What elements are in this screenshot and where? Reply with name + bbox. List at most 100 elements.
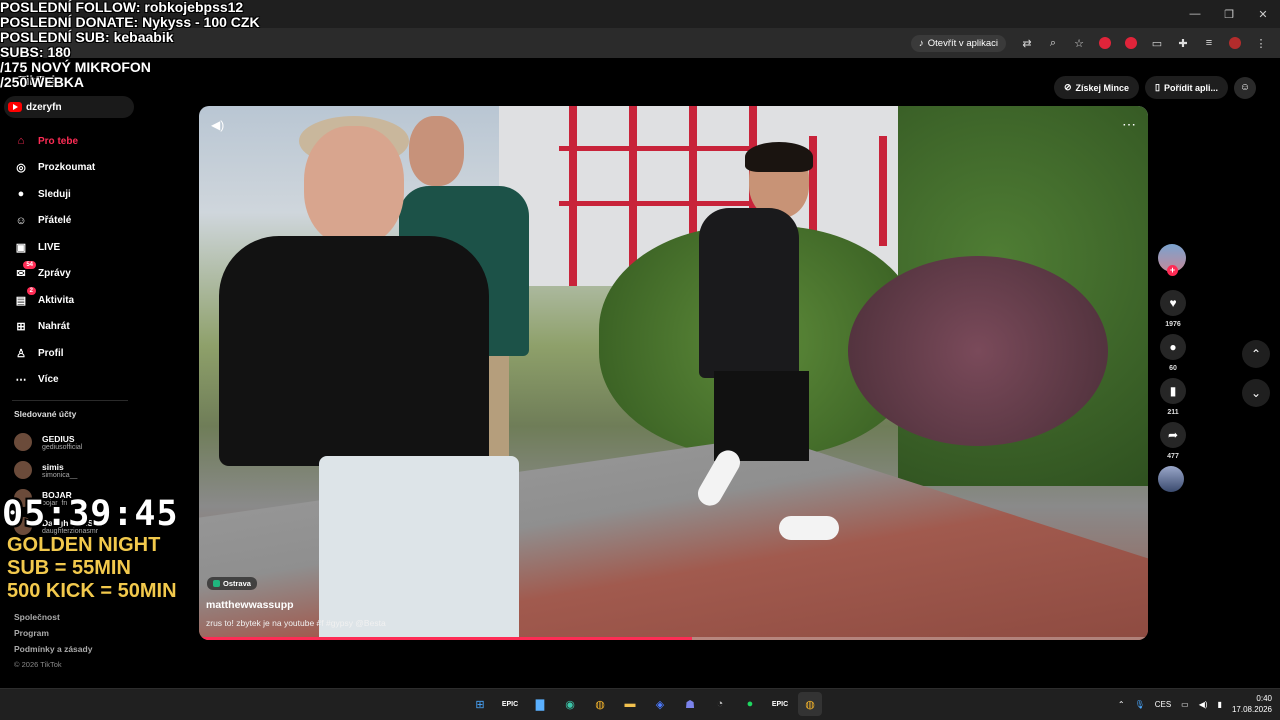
video-scene-purple-bush bbox=[848, 256, 1108, 446]
toolbar-right: ♪ Otevřít v aplikaci ⇄ ⌕ ☆ ▭ ✚ ≡ ⋮ bbox=[911, 32, 1272, 54]
followed-account[interactable]: GEDIUS gediusofficial bbox=[14, 428, 106, 456]
followed-account-name: simis bbox=[42, 461, 64, 472]
notes-app-icon[interactable]: ▇ bbox=[528, 692, 552, 716]
video-actions: + ♥ 1976 ● 60 ▮ 211 ➦ 477 bbox=[1158, 244, 1188, 492]
maximize-icon[interactable]: ❐ bbox=[1212, 0, 1246, 28]
overlay-line: /250 WEBKA bbox=[0, 74, 85, 90]
microphone-icon[interactable]: 🎙 bbox=[1135, 700, 1145, 709]
sidebar-item-label: Zprávy bbox=[38, 268, 71, 280]
stream-promo: GOLDEN NIGHT SUB = 55MIN 500 KICK = 50MI… bbox=[7, 534, 177, 603]
previous-video-button[interactable]: ⌃ bbox=[1242, 340, 1270, 368]
sidebar-item-label: Aktivita bbox=[38, 294, 75, 306]
sidebar-item-6[interactable]: ▤ 2 Aktivita bbox=[14, 287, 95, 314]
overlay-line: /175 NOVÝ MIKROFON bbox=[0, 59, 151, 75]
taskbar-clock[interactable]: 0:40 17.08.2026 bbox=[1232, 693, 1272, 715]
music-disc-icon[interactable] bbox=[1158, 466, 1184, 492]
edge-icon[interactable]: ◉ bbox=[558, 692, 582, 716]
extension-box-icon[interactable]: ▭ bbox=[1146, 32, 1168, 54]
epic-games-icon[interactable]: EPIC bbox=[498, 692, 522, 716]
followed-account[interactable]: simis simonica__ bbox=[14, 456, 106, 484]
video-player[interactable]: ◀) ⋯ Ostrava matthewwassupp zrus to! zby… bbox=[199, 106, 1148, 640]
save-action: ▮ 211 bbox=[1158, 378, 1188, 416]
volume-tray-icon[interactable]: ◀) bbox=[1199, 700, 1208, 709]
sidebar-item-label: Profil bbox=[38, 347, 64, 359]
sidebar-item-3[interactable]: ☺ Přátelé bbox=[14, 208, 95, 235]
epic-launcher-icon[interactable]: EPIC bbox=[768, 692, 792, 716]
sidebar-item-0[interactable]: ⌂ Pro tebe bbox=[14, 128, 95, 155]
sidebar-item-9[interactable]: ⋯ Více bbox=[14, 367, 95, 394]
clock-date: 17.08.2026 bbox=[1231, 705, 1272, 714]
friends-icon: ☺ bbox=[15, 214, 27, 227]
sidebar-item-2[interactable]: ● Sleduji bbox=[14, 181, 95, 208]
sidebar-item-4[interactable]: ▣ LIVE bbox=[14, 234, 95, 261]
sidebar-item-1[interactable]: ◎ Prozkoumat bbox=[14, 155, 95, 182]
location-tag[interactable]: Ostrava bbox=[207, 577, 257, 590]
user-avatar-button[interactable]: ☺ bbox=[1234, 76, 1256, 99]
avatar bbox=[14, 433, 32, 451]
language-indicator[interactable]: CES bbox=[1155, 700, 1171, 709]
more-options-icon[interactable]: ⋯ bbox=[1122, 116, 1136, 133]
more-icon: ⋯ bbox=[15, 374, 27, 387]
translate-icon[interactable]: ⇄ bbox=[1016, 32, 1038, 54]
get-coins-label: Získej Mince bbox=[1075, 82, 1130, 93]
battery-icon[interactable]: ▮ bbox=[1218, 700, 1222, 709]
bookmark-icon[interactable]: ▮ bbox=[1160, 378, 1186, 404]
close-icon[interactable]: ✕ bbox=[1246, 0, 1280, 28]
extensions-puzzle-icon[interactable]: ✚ bbox=[1172, 32, 1194, 54]
phone-icon: ▯ bbox=[1155, 82, 1160, 92]
video-author[interactable]: matthewwassupp bbox=[206, 599, 294, 611]
sidebar-divider bbox=[12, 400, 128, 401]
teams-icon[interactable]: ☗ bbox=[678, 692, 702, 716]
network-icon[interactable]: ▭ bbox=[1181, 700, 1189, 709]
browser-menu-icon[interactable]: ⋮ bbox=[1250, 32, 1272, 54]
sidebar-item-8[interactable]: ♙ Profil bbox=[14, 340, 95, 367]
footer-link-company[interactable]: Společnost bbox=[14, 612, 92, 628]
get-coins-button[interactable]: ⊘ Získej Mince bbox=[1053, 76, 1140, 99]
get-app-button[interactable]: ▯ Pořídit apli... bbox=[1145, 76, 1228, 99]
tray-chevron-icon[interactable]: ⌃ bbox=[1118, 700, 1125, 709]
copyright: © 2026 TikTok bbox=[14, 660, 62, 669]
location-icon bbox=[213, 580, 220, 587]
heart-icon[interactable]: ♥ bbox=[1160, 290, 1186, 316]
creator-avatar[interactable]: + bbox=[1158, 244, 1186, 276]
steam-icon[interactable]: ◔ bbox=[708, 692, 732, 716]
footer-link-terms[interactable]: Podmínky a zásady bbox=[14, 644, 92, 660]
file-explorer-icon[interactable]: ▬ bbox=[618, 692, 642, 716]
footer-link-program[interactable]: Program bbox=[14, 628, 92, 644]
bookmark-star-icon[interactable]: ☆ bbox=[1068, 32, 1090, 54]
next-video-button[interactable]: ⌄ bbox=[1242, 379, 1270, 407]
like-count: 1976 bbox=[1165, 321, 1181, 328]
upload-icon: ⊞ bbox=[16, 321, 26, 334]
followed-account-name: GEDIUS bbox=[42, 433, 75, 444]
chevron-down-icon: ⌄ bbox=[1250, 386, 1262, 400]
profile-avatar-icon[interactable] bbox=[1224, 32, 1246, 54]
youtube-user-chip[interactable]: dzeryfn bbox=[4, 96, 134, 118]
comment-icon[interactable]: ● bbox=[1160, 334, 1186, 360]
overlay-line: POSLEDNÍ DONATE: Nykyss - 100 CZK bbox=[0, 14, 260, 30]
followed-account-handle: gediusofficial bbox=[42, 443, 83, 451]
chrome-active-icon[interactable]: ◍ bbox=[798, 692, 822, 716]
sidebar-item-7[interactable]: ⊞ Nahrát bbox=[14, 314, 95, 341]
media-queue-icon[interactable]: ≡ bbox=[1198, 32, 1220, 54]
chrome-icon[interactable]: ◍ bbox=[588, 692, 612, 716]
extension-record-icon[interactable] bbox=[1120, 32, 1142, 54]
overlay-line: SUBS: 180 bbox=[0, 44, 71, 60]
app-blue-icon[interactable]: ◈ bbox=[648, 692, 672, 716]
followed-account-text: simis simonica__ bbox=[42, 462, 77, 479]
spotify-icon[interactable]: ● bbox=[738, 692, 762, 716]
share-icon[interactable]: ➦ bbox=[1160, 422, 1186, 448]
sidebar-item-5[interactable]: ✉ 54 Zprávy bbox=[14, 260, 95, 288]
open-in-app-button[interactable]: ♪ Otevřít v aplikaci bbox=[911, 34, 1006, 52]
video-progress-bar[interactable] bbox=[199, 637, 1148, 640]
activity-icon: ▤ 2 bbox=[14, 287, 36, 307]
start-icon[interactable]: ⊞ bbox=[468, 692, 492, 716]
stream-timer: 05:39:45 bbox=[2, 494, 179, 534]
zoom-icon[interactable]: ⌕ bbox=[1042, 32, 1064, 54]
system-tray: ⌃ 🎙 CES ▭ ◀) ▮ 0:40 17.08.2026 bbox=[1118, 693, 1272, 715]
extension-red-icon[interactable] bbox=[1094, 32, 1116, 54]
follow-plus-icon[interactable]: + bbox=[1167, 265, 1178, 276]
coin-icon: ⊘ bbox=[1063, 82, 1072, 92]
youtube-username: dzeryfn bbox=[26, 101, 62, 113]
volume-icon[interactable]: ◀) bbox=[211, 118, 224, 132]
minimize-icon[interactable]: — bbox=[1178, 0, 1212, 28]
